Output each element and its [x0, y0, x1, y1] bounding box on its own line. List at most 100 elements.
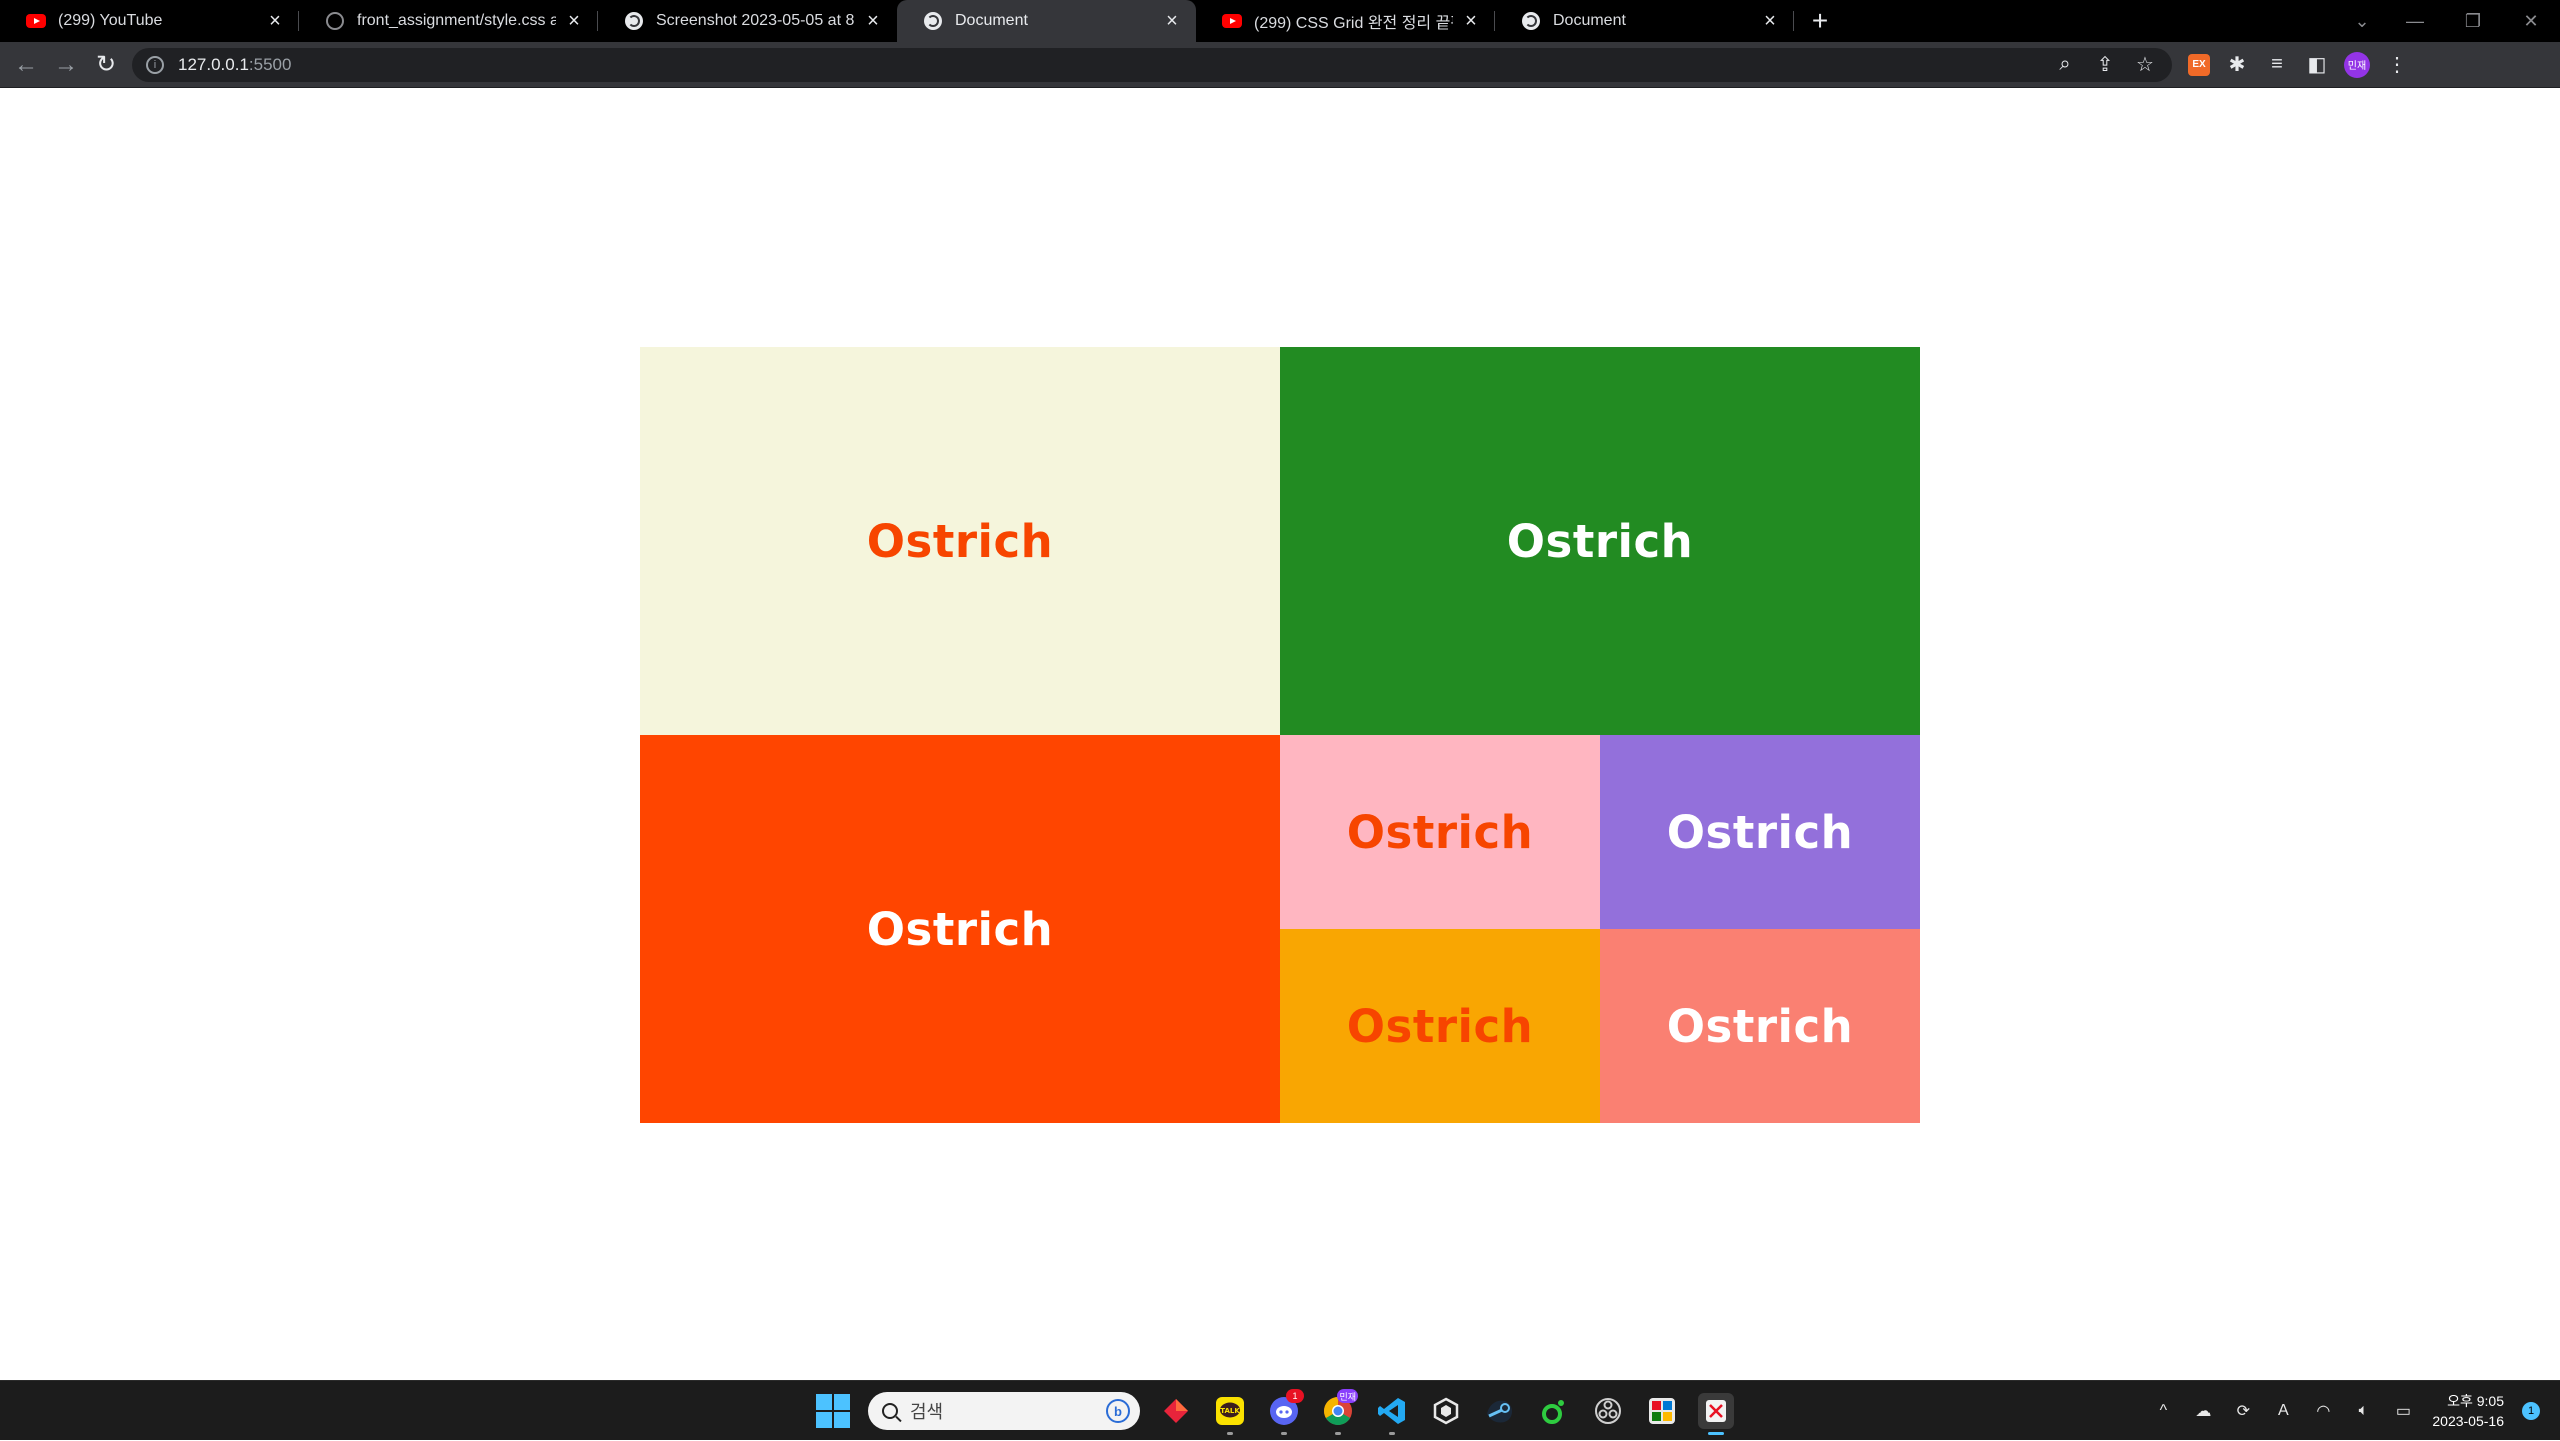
cell-text: Ostrich: [1506, 514, 1694, 568]
cell-text: Ostrich: [1346, 805, 1534, 859]
address-bar[interactable]: i 127.0.0.1:5500 ⌕ ⇪ ☆: [132, 47, 2172, 82]
taskbar-app-discord[interactable]: 1: [1266, 1389, 1304, 1435]
window-controls: — ❐ ✕: [2386, 0, 2560, 42]
taskbar-app-snipping[interactable]: [1698, 1393, 1734, 1435]
tab-document[interactable]: Document ×: [1495, 0, 1794, 42]
close-icon[interactable]: ×: [564, 10, 584, 32]
unity-icon: [1433, 1397, 1459, 1425]
taskbar-app-photos[interactable]: [1644, 1393, 1680, 1429]
tab-strip: (299) YouTube × front_assignment/style.c…: [0, 0, 2560, 42]
green-app-icon: [1542, 1400, 1564, 1424]
github-icon: [325, 11, 345, 31]
photos-app-icon: [1649, 1398, 1675, 1424]
close-icon[interactable]: ×: [1162, 10, 1182, 32]
tab-youtube[interactable]: (299) YouTube ×: [0, 0, 299, 42]
discord-badge: 1: [1286, 1389, 1304, 1403]
cell-text: Ostrich: [1346, 999, 1534, 1053]
extension-icon[interactable]: EX: [2188, 53, 2210, 76]
reload-icon[interactable]: ↻: [86, 45, 126, 85]
cloud-error-icon[interactable]: ☁: [2192, 1400, 2214, 1422]
cell-text: Ostrich: [1666, 805, 1854, 859]
extensions-puzzle-icon[interactable]: ✱: [2224, 52, 2250, 78]
taskbar-app-green[interactable]: [1536, 1393, 1572, 1429]
notification-badge[interactable]: 1: [2522, 1402, 2540, 1420]
tab-title: (299) YouTube: [58, 12, 163, 29]
svg-text:TALK: TALK: [1220, 1407, 1240, 1415]
snipping-tool-icon: [1706, 1400, 1726, 1422]
taskbar-app-unity[interactable]: [1428, 1393, 1464, 1429]
bing-icon[interactable]: b: [1106, 1399, 1130, 1423]
back-icon[interactable]: ←: [6, 45, 46, 85]
search-placeholder: 검색: [910, 1402, 944, 1422]
share-icon[interactable]: ⇪: [2092, 52, 2118, 78]
menu-kebab-icon[interactable]: ⋮: [2384, 52, 2410, 78]
cell-text: Ostrich: [866, 902, 1054, 956]
taskbar-app-chrome[interactable]: 민재: [1320, 1389, 1358, 1435]
battery-icon[interactable]: ▭: [2392, 1400, 2414, 1422]
restore-button[interactable]: ❐: [2444, 0, 2502, 42]
tab-document-active[interactable]: Document ×: [897, 0, 1196, 42]
taskbar-search-input[interactable]: 검색 b: [868, 1392, 1140, 1430]
grid-cell-7: Ostrich: [1600, 929, 1920, 1123]
url-host: 127.0.0.1: [178, 54, 249, 74]
grid-cell-4: Ostrich: [1280, 735, 1600, 929]
minimize-button[interactable]: —: [2386, 0, 2444, 42]
obs-icon: [1595, 1398, 1621, 1424]
reading-list-icon[interactable]: ≡: [2264, 52, 2290, 78]
youtube-icon: [26, 11, 46, 31]
close-window-button[interactable]: ✕: [2502, 0, 2560, 42]
search-icon: [882, 1403, 898, 1419]
volume-icon[interactable]: 🔈︎: [2352, 1400, 2374, 1422]
globe-icon: [624, 11, 644, 31]
ime-indicator[interactable]: A: [2272, 1400, 2294, 1422]
side-panel-icon[interactable]: ◧: [2304, 52, 2330, 78]
kakaotalk-icon: TALK: [1216, 1397, 1244, 1425]
bookmark-star-icon[interactable]: ☆: [2132, 52, 2158, 78]
taskbar-app-steam[interactable]: [1482, 1393, 1518, 1429]
windows-start-icon[interactable]: [816, 1394, 850, 1428]
tab-title: front_assignment/style.css at m: [357, 12, 556, 29]
tab-title: Document: [1553, 12, 1626, 29]
tab-screenshot[interactable]: Screenshot 2023-05-05 at 8.55. ×: [598, 0, 897, 42]
close-icon[interactable]: ×: [265, 10, 285, 32]
grid-cell-1: Ostrich: [640, 347, 1280, 735]
profile-avatar[interactable]: 민재: [2344, 51, 2370, 78]
close-icon[interactable]: ×: [1760, 10, 1780, 32]
tab-search-icon[interactable]: ⌄: [2342, 0, 2382, 42]
grid-cell-2: Ostrich: [1280, 347, 1920, 735]
globe-icon: [1521, 11, 1541, 31]
taskbar-app-kakaotalk[interactable]: TALK: [1212, 1393, 1248, 1435]
page-viewport: Ostrich Ostrich Ostrich Ostrich Ostrich …: [0, 88, 2560, 1380]
new-tab-button[interactable]: +: [1800, 0, 1840, 42]
url-port: :5500: [248, 54, 292, 74]
system-tray: ^ ☁ ⟳ A ◠ 🔈︎ ▭ 오후 9:05 2023-05-16 1: [2152, 1381, 2560, 1441]
chevron-up-icon[interactable]: ^: [2152, 1400, 2174, 1422]
site-info-icon[interactable]: i: [146, 55, 164, 74]
diamond-app-icon: [1164, 1399, 1188, 1423]
tab-title: Document: [955, 12, 1028, 29]
grid-cell-3: Ostrich: [640, 735, 1280, 1123]
grid-cell-5: Ostrich: [1600, 735, 1920, 929]
clock-date: 2023-05-16: [2432, 1413, 2504, 1429]
grid-cell-6: Ostrich: [1280, 929, 1600, 1123]
taskbar-app-vscode[interactable]: [1374, 1393, 1410, 1435]
close-icon[interactable]: ×: [1461, 10, 1481, 32]
cell-text: Ostrich: [1666, 999, 1854, 1053]
ostrich-grid: Ostrich Ostrich Ostrich Ostrich Ostrich …: [640, 347, 1920, 1123]
clock-time: 오후 9:05: [2447, 1393, 2504, 1409]
windows-taskbar: 검색 b TALK 1 민재 ^ ☁ ⟳ A ◠ 🔈︎ ▭ 오후 9:05 20…: [0, 1380, 2560, 1440]
wifi-icon[interactable]: ◠: [2312, 1400, 2334, 1422]
close-icon[interactable]: ×: [863, 10, 883, 32]
cell-text: Ostrich: [866, 514, 1054, 568]
tab-title: Screenshot 2023-05-05 at 8.55.: [656, 12, 855, 29]
tab-github[interactable]: front_assignment/style.css at m ×: [299, 0, 598, 42]
tab-youtube-css-grid[interactable]: (299) CSS Grid 완전 정리 끝판왕 ×: [1196, 0, 1495, 42]
zoom-icon[interactable]: ⌕: [2052, 52, 2078, 78]
taskbar-app-diamond[interactable]: [1158, 1393, 1194, 1429]
forward-icon[interactable]: →: [46, 45, 86, 85]
clock[interactable]: 오후 9:05 2023-05-16: [2432, 1391, 2504, 1431]
sync-icon[interactable]: ⟳: [2232, 1400, 2254, 1422]
youtube-icon: [1222, 11, 1242, 31]
taskbar-app-obs[interactable]: [1590, 1393, 1626, 1429]
steam-icon: [1487, 1400, 1513, 1423]
